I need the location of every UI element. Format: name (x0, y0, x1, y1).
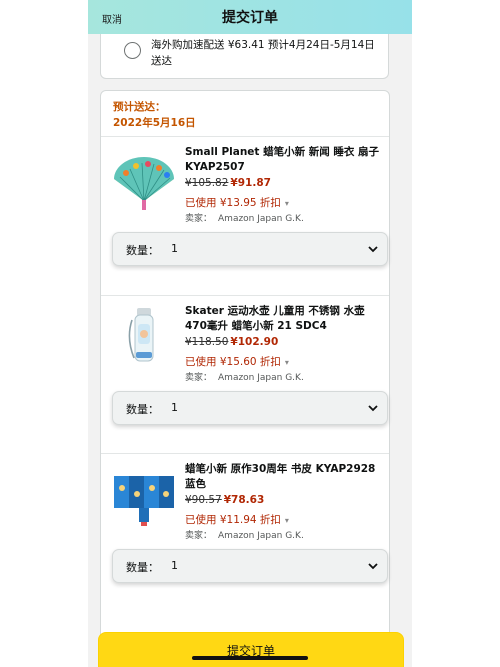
quantity-label: 数量： (126, 403, 159, 416)
discount-text: 已使用 ¥15.60 折扣 (185, 356, 281, 368)
seller-label: 卖家： (185, 373, 213, 383)
phone-screen: 取消 提交订单 海外购加速配送 ¥63.41 预计4月24日-5月14日送达 预… (88, 0, 412, 667)
order-item: Small Planet 蜡笔小新 新闻 睡衣 扇子 KYAP2507 ¥105… (101, 137, 389, 294)
submit-order-button[interactable]: 提交订单 (98, 632, 404, 667)
fan-thumbnail (112, 149, 176, 213)
discount-dropdown[interactable]: 已使用 ¥15.60 折扣 ▾ (185, 354, 289, 369)
quantity-value: 1 (171, 559, 178, 572)
estimate-label: 预计送达： (113, 101, 166, 113)
order-item: 蜡笔小新 原作30周年 书皮 KYAP2928 蓝色 ¥90.57 ¥78.63 … (101, 454, 389, 611)
discount-dropdown[interactable]: 已使用 ¥13.95 折扣 ▾ (185, 195, 289, 210)
seller-name: Amazon Japan G.K. (218, 531, 304, 541)
original-price: ¥90.57 (185, 494, 222, 506)
shipping-option-text: 海外购加速配送 ¥63.41 预计4月24日-5月14日送达 (151, 39, 375, 67)
quantity-value: 1 (171, 401, 178, 414)
delivery-group: 预计送达： 2022年5月16日 Small Planet 蜡笔小新 新闻 睡衣… (100, 90, 390, 648)
quantity-select[interactable]: 数量： 1 (112, 391, 388, 425)
original-price: ¥105.82 (185, 177, 229, 189)
discount-dropdown[interactable]: 已使用 ¥11.94 折扣 ▾ (185, 512, 289, 527)
chevron-down-icon: ▾ (284, 516, 289, 525)
quantity-select[interactable]: 数量： 1 (112, 549, 388, 583)
book-cover-thumbnail (112, 466, 176, 530)
discount-text: 已使用 ¥11.94 折扣 (185, 514, 281, 526)
discounted-price: ¥102.90 (230, 336, 279, 348)
discount-text: 已使用 ¥13.95 折扣 (185, 197, 281, 209)
quantity-value: 1 (171, 242, 178, 255)
shipping-radio[interactable] (124, 42, 141, 59)
discounted-price: ¥91.87 (230, 177, 271, 189)
quantity-label: 数量： (126, 561, 159, 574)
chevron-down-icon (368, 563, 378, 570)
seller-label: 卖家： (185, 214, 213, 224)
page-title: 提交订单 (222, 10, 278, 26)
item-title[interactable]: Small Planet 蜡笔小新 新闻 睡衣 扇子 KYAP2507 (185, 145, 381, 175)
quantity-label: 数量： (126, 244, 159, 257)
chevron-down-icon: ▾ (284, 358, 289, 367)
seller-line: 卖家： Amazon Japan G.K. (185, 528, 304, 541)
seller-line: 卖家： Amazon Japan G.K. (185, 370, 304, 383)
quantity-select[interactable]: 数量： 1 (112, 232, 388, 266)
price-line: ¥118.50 ¥102.90 (185, 336, 278, 348)
seller-name: Amazon Japan G.K. (218, 214, 304, 224)
order-item: Skater 运动水壶 儿童用 不锈钢 水壶 470毫升 蜡笔小新 21 SDC… (101, 296, 389, 453)
order-content[interactable]: 海外购加速配送 ¥63.41 预计4月24日-5月14日送达 预计送达： 202… (88, 34, 412, 667)
header-bar: 取消 提交订单 (88, 0, 412, 34)
seller-line: 卖家： Amazon Japan G.K. (185, 211, 304, 224)
seller-label: 卖家： (185, 531, 213, 541)
chevron-down-icon (368, 246, 378, 253)
shipping-option-card[interactable]: 海外购加速配送 ¥63.41 预计4月24日-5月14日送达 (100, 34, 389, 79)
price-line: ¥105.82 ¥91.87 (185, 177, 271, 189)
estimate-date: 2022年5月16日 (113, 117, 196, 129)
discounted-price: ¥78.63 (223, 494, 265, 506)
item-title[interactable]: Skater 运动水壶 儿童用 不锈钢 水壶 470毫升 蜡笔小新 21 SDC… (185, 304, 381, 334)
home-indicator (192, 656, 308, 660)
original-price: ¥118.50 (185, 336, 229, 348)
chevron-down-icon (368, 405, 378, 412)
water-bottle-thumbnail (112, 304, 176, 368)
price-line: ¥90.57 ¥78.63 (185, 494, 264, 506)
item-title[interactable]: 蜡笔小新 原作30周年 书皮 KYAP2928 蓝色 (185, 462, 381, 492)
seller-name: Amazon Japan G.K. (218, 373, 304, 383)
chevron-down-icon: ▾ (284, 199, 289, 208)
